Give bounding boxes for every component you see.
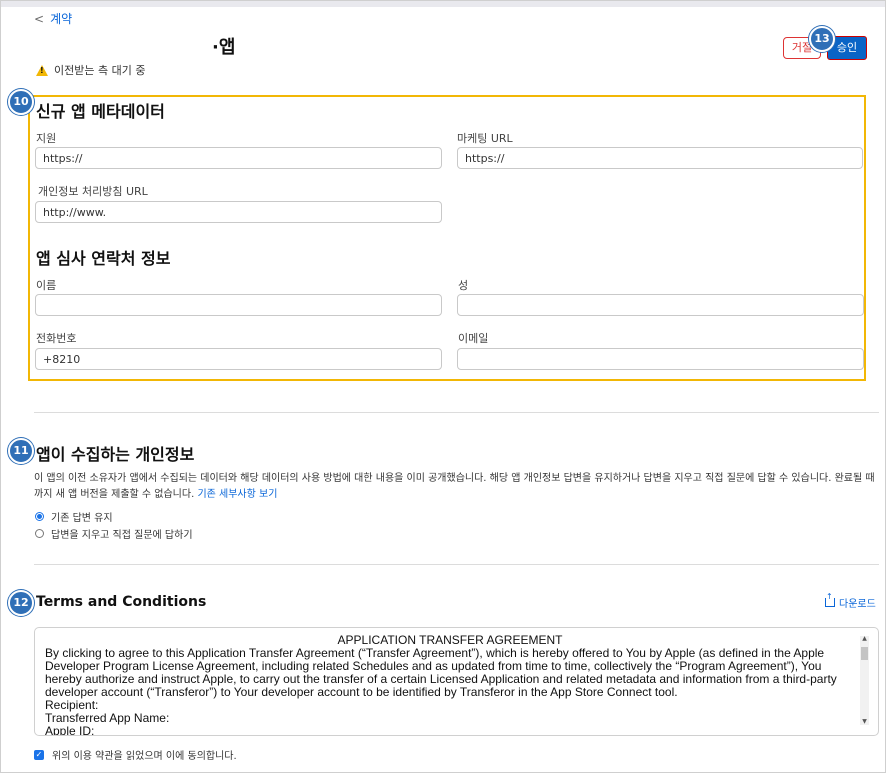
privacy-heading: 앱이 수집하는 개인정보 [36,445,195,464]
step-badge-terms: 12 [8,590,34,616]
marketing-url-label: 마케팅 URL [457,132,513,145]
pending-status-text: 이전받는 측 대기 중 [54,64,146,77]
radio-clear-answers[interactable]: 답변을 지우고 직접 질문에 답하기 [35,526,193,541]
scroll-down-icon[interactable]: ▼ [860,718,869,725]
scroll-up-icon[interactable]: ▲ [860,635,869,642]
last-name-input[interactable] [457,294,864,316]
first-name-input[interactable] [35,294,442,316]
radio-clear-label: 답변을 지우고 직접 질문에 답하기 [51,530,193,541]
download-icon [825,592,835,607]
terms-transferred-app: Transferred App Name: [45,711,170,725]
email-label: 이메일 [458,332,489,345]
privacy-policy-url-label: 개인정보 처리방침 URL [38,185,148,198]
radio-unselected-icon [35,529,44,538]
download-button[interactable]: 다운로드 [825,592,876,610]
scroll-thumb[interactable] [861,647,868,660]
privacy-description: 이 앱의 이전 소유자가 앱에서 수집되는 데이터와 해당 데이터의 사용 방법… [34,471,880,503]
checkbox-checked-icon[interactable]: ✓ [34,749,44,760]
terms-body: By clicking to agree to this Application… [45,646,837,699]
pending-status: 이전받는 측 대기 중 [36,62,145,78]
terms-apple-id: Apple ID: [45,724,95,736]
terms-heading: Terms and Conditions [36,594,207,610]
warning-icon [36,64,48,76]
step-badge-privacy: 11 [8,438,34,464]
privacy-policy-url-input[interactable]: http://www. [35,201,442,223]
radio-selected-icon [35,512,44,521]
support-url-input[interactable]: https:// [35,147,442,169]
existing-details-link[interactable]: 기존 세부사항 보기 [197,489,277,500]
marketing-url-input[interactable]: https:// [457,147,863,169]
radio-keep-label: 기존 답변 유지 [51,513,113,524]
terms-scrollbar[interactable]: ▲ ▼ [860,635,869,725]
email-input[interactable] [457,348,864,370]
phone-label: 전화번호 [36,332,77,345]
review-contact-heading: 앱 심사 연락처 정보 [36,249,171,268]
radio-keep-answers[interactable]: 기존 답변 유지 [35,509,113,524]
back-link[interactable]: < 계약 [34,10,72,27]
agree-checkbox-row[interactable]: ✓ 위의 이용 약관을 읽었으며 이에 동의합니다. [34,747,237,762]
back-label: 계약 [50,12,73,26]
metadata-highlight-box [28,95,866,381]
privacy-description-text: 이 앱의 이전 소유자가 앱에서 수집되는 데이터와 해당 데이터의 사용 방법… [34,473,875,500]
app-title: ·앱 [212,37,236,58]
chevron-left-icon: < [34,11,45,26]
step-badge-metadata: 10 [8,89,34,115]
phone-input[interactable]: +8210 [35,348,442,370]
section-divider [34,564,879,565]
agree-label: 위의 이용 약관을 읽었으며 이에 동의합니다. [52,751,237,762]
download-label: 다운로드 [839,599,876,610]
support-label: 지원 [36,132,57,145]
first-name-label: 이름 [36,279,57,292]
section-divider [34,412,879,413]
metadata-heading: 신규 앱 메타데이터 [36,102,165,121]
step-badge-approve: 13 [809,26,835,52]
terms-scroll-box[interactable]: APPLICATION TRANSFER AGREEMENT By clicki… [34,627,879,736]
terms-content: APPLICATION TRANSFER AGREEMENT By clicki… [45,634,855,736]
last-name-label: 성 [458,279,469,292]
